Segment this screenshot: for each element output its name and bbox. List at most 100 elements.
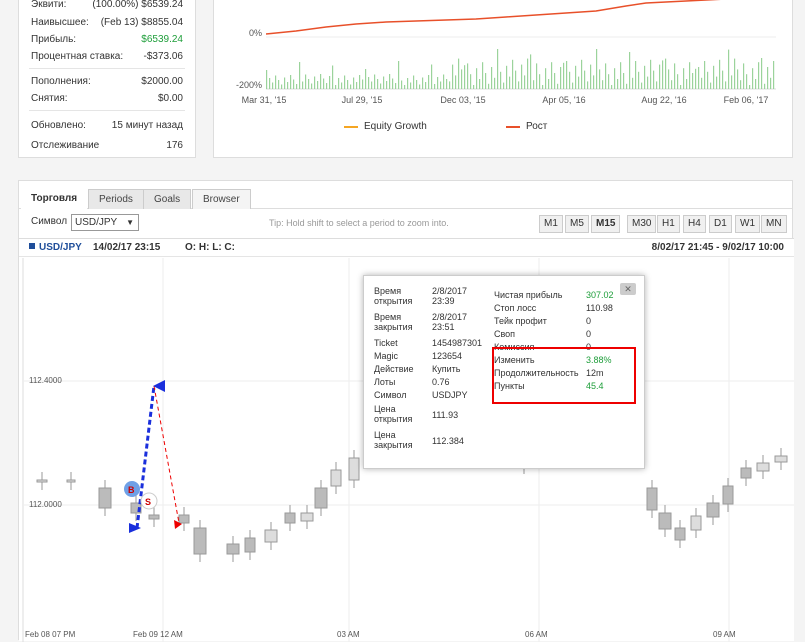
tab-goals[interactable]: Goals [143,189,192,209]
volume-bar [572,82,574,89]
stat-highest: Наивысшее: (Feb 13) $8855.04 [31,16,183,28]
volume-bar [551,62,553,89]
period-d1-button[interactable]: D1 [709,215,732,233]
volume-bar [575,65,577,89]
candle [314,487,328,509]
volume-bar [677,74,679,89]
volume-bar [425,82,427,89]
volume-bar [554,73,556,89]
candle [226,543,240,555]
tab-periods[interactable]: Periods [88,189,144,209]
volume-bar [509,76,511,89]
close-icon[interactable]: ✕ [620,283,636,295]
volume-bar [593,75,595,89]
candle [36,479,48,483]
buy-marker-label: B [128,485,135,495]
volume-bar [299,62,301,89]
candle [756,462,770,472]
volume-bar [557,83,559,89]
volume-bar [710,82,712,89]
volume-bar [548,79,550,89]
volume-bar [434,84,436,89]
candle [706,502,720,518]
volume-bar [335,85,337,89]
stat-deposits: Пополнения: $2000.00 [31,75,183,87]
period-m5-button[interactable]: M5 [565,215,589,233]
volume-bar [629,52,631,89]
volume-bar [698,67,700,89]
volume-bar [281,84,283,89]
legend-growth[interactable]: Рост [506,121,547,132]
volume-bar [734,58,736,89]
volume-bar [443,74,445,89]
volume-bar [614,68,616,89]
volume-bar [344,75,346,89]
period-h4-button[interactable]: H4 [683,215,706,233]
volume-bars [266,49,775,89]
volume-bar [668,69,670,89]
x-tick-label: Feb 06, '17 [723,95,769,105]
volume-bar [440,81,442,89]
volume-bar [302,81,304,89]
candle [722,485,734,505]
period-m30-button[interactable]: M30 [627,215,657,233]
divider [29,68,185,69]
legend-equity-growth[interactable]: Equity Growth [344,121,427,132]
popup-value: 0.76 [432,377,450,387]
volume-bar [539,74,541,89]
volume-bar [647,76,649,89]
x-tick-label: Dec 03, '15 [440,95,486,105]
candle [178,514,190,524]
volume-bar [635,61,637,89]
period-w1-button[interactable]: W1 [735,215,760,233]
volume-bar [650,59,652,89]
tab-browser[interactable]: Browser [192,189,251,209]
volume-bar [701,77,703,89]
candle [148,514,160,520]
volume-bar [314,76,316,89]
volume-bar [308,79,310,89]
volume-bar [725,81,727,89]
period-m1-button[interactable]: M1 [539,215,563,233]
volume-bar [755,79,757,89]
stat-updated: Обновлено: 15 минут назад [31,119,183,131]
volume-bar [773,61,775,89]
volume-bar [455,75,457,89]
stat-tracking: Отслеживание 176 [31,139,183,151]
popup-label: Время открытия [374,286,413,306]
x-tick-label: Aug 22, '16 [641,95,687,105]
volume-bar [659,64,661,89]
volume-bar [758,62,760,89]
highlight-box [492,347,636,404]
volume-bar [437,77,439,89]
volume-bar [680,85,682,89]
volume-bar [737,69,739,89]
volume-bar [482,62,484,89]
tab-trading[interactable]: Торговля [21,189,88,209]
period-m15-button[interactable]: M15 [591,215,621,233]
volume-bar [398,61,400,89]
volume-bar [320,74,322,89]
candle [674,527,686,541]
volume-bar [722,70,724,89]
chart-datetime: 14/02/17 23:15 [93,242,161,253]
volume-bar [311,83,313,89]
series-marker-icon [29,243,35,249]
volume-bar [473,85,475,89]
volume-bar [752,68,754,89]
x-tick-label: Mar 31, '15 [241,95,287,105]
price-tick-label: 112.4000 [29,376,62,385]
symbol-select[interactable]: USD/JPY ▼ [71,214,139,231]
volume-bar [596,49,598,89]
period-h1-button[interactable]: H1 [657,215,680,233]
volume-bar [533,80,535,89]
volume-bar [377,79,379,89]
volume-bar [365,69,367,89]
volume-bar [290,75,292,89]
volume-bar [767,67,769,89]
volume-bar [500,71,502,89]
volume-bar [323,78,325,89]
popup-value: 112.384 [432,436,464,446]
volume-bar [584,70,586,89]
period-mn-button[interactable]: MN [761,215,787,233]
